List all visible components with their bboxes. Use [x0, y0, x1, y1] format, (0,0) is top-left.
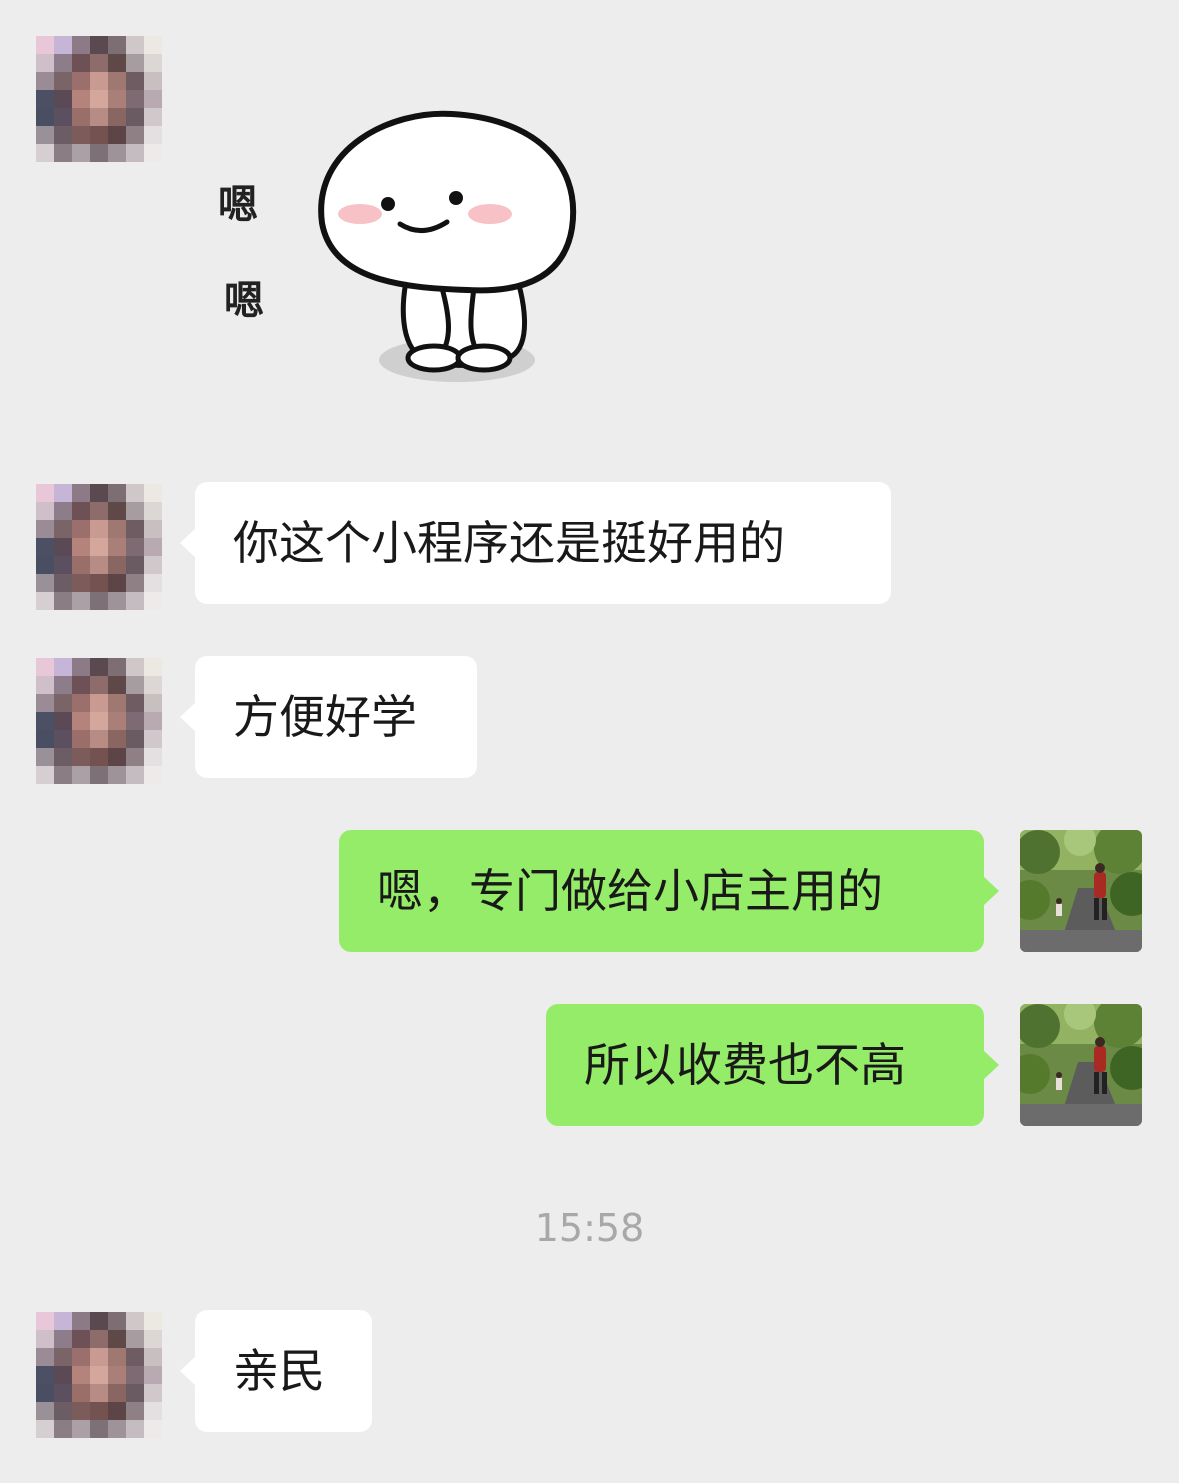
- smiling-dumpling-sticker-icon: [318, 110, 577, 382]
- contact-avatar[interactable]: [36, 658, 162, 784]
- incoming-message[interactable]: 亲民: [180, 1310, 372, 1432]
- incoming-message[interactable]: 方便好学: [180, 656, 477, 778]
- sticker-caption: 嗯: [224, 278, 264, 324]
- contact-avatar[interactable]: [36, 36, 162, 162]
- message-timestamp: 15:58: [534, 1206, 645, 1250]
- my-avatar[interactable]: [1020, 1004, 1142, 1126]
- outgoing-message[interactable]: 嗯，专门做给小店主用的: [339, 830, 999, 952]
- my-avatar[interactable]: [1020, 830, 1142, 952]
- contact-avatar[interactable]: [36, 1312, 162, 1438]
- contact-avatar[interactable]: [36, 484, 162, 610]
- sticker-message[interactable]: 嗯 嗯: [212, 108, 592, 398]
- sticker-caption: 嗯: [218, 182, 258, 228]
- outgoing-message[interactable]: 所以收费也不高: [546, 1004, 999, 1126]
- incoming-message[interactable]: 你这个小程序还是挺好用的: [180, 482, 891, 604]
